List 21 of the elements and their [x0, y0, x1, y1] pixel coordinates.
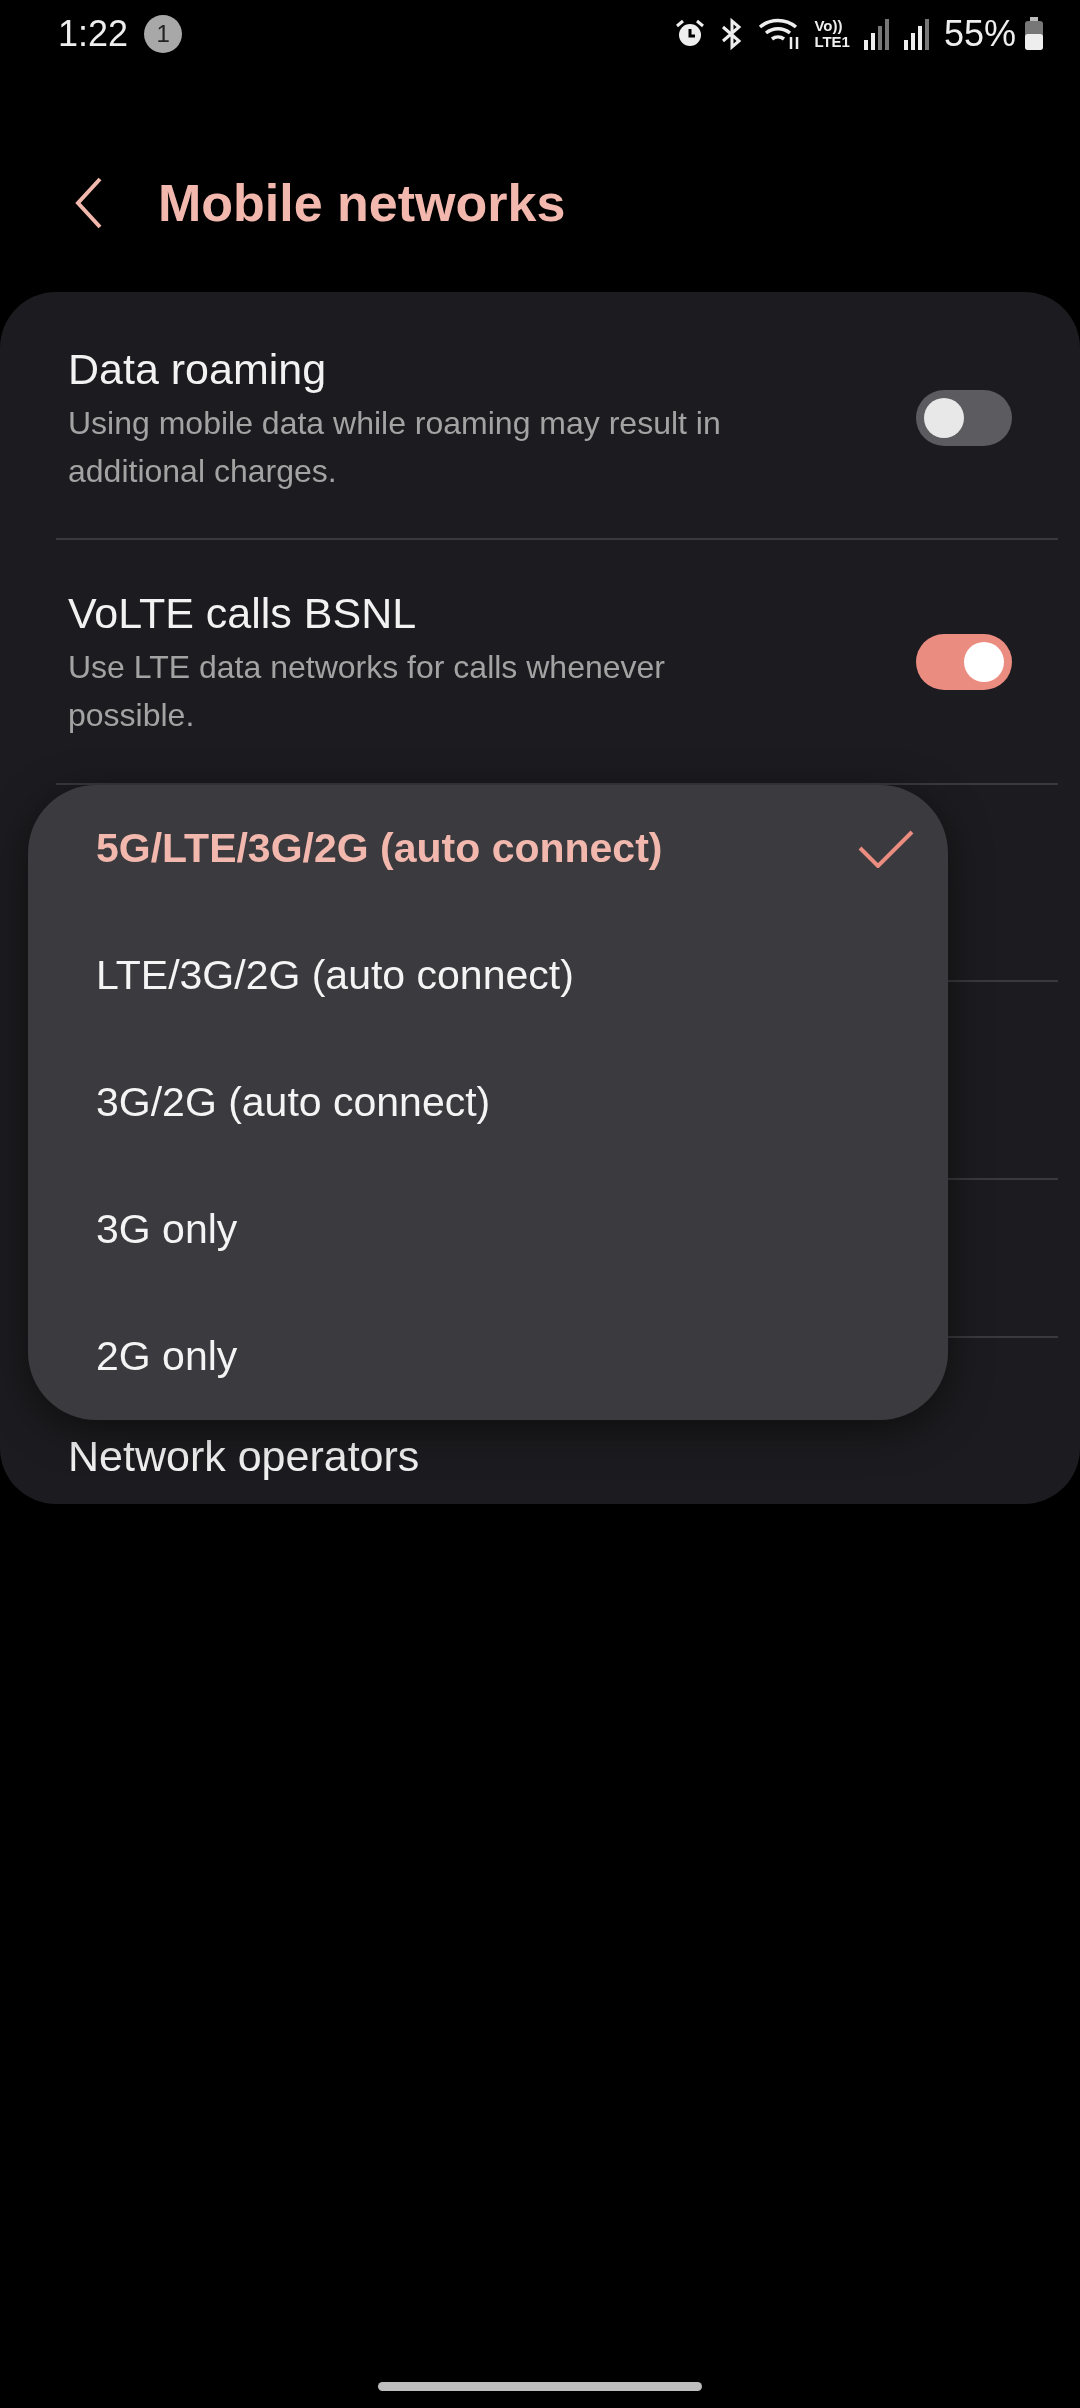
battery-icon [1024, 17, 1044, 51]
lte-label: LTE1 [814, 34, 850, 50]
menu-option[interactable]: 3G only [28, 1166, 948, 1293]
page-title: Mobile networks [158, 173, 566, 233]
clock-time: 1:22 [58, 13, 129, 55]
checkmark-icon [858, 829, 914, 868]
setting-description: Use LTE data networks for calls whenever possible. [68, 647, 666, 735]
setting-description: Using mobile data while roaming may result in additional charges. [68, 404, 722, 491]
battery-percentage: 55% [943, 13, 1016, 55]
menu-option[interactable]: 3G/2G (auto connect) [28, 1039, 948, 1166]
menu-option[interactable]: LTE/3G/2G (auto connect) [28, 912, 948, 1039]
signal-icon [863, 18, 890, 50]
notification-badge: 1 [144, 15, 183, 53]
toggle-switch[interactable] [916, 390, 1012, 446]
volte-label: Vo)) [814, 18, 844, 34]
menu-option[interactable]: 2G only [28, 1293, 948, 1420]
menu-option[interactable]: 5G/LTE/3G/2G (auto connect) [28, 785, 948, 912]
setting-title: VoLTE calls BSNL [68, 587, 418, 639]
signal-icon [903, 18, 930, 50]
setting-title[interactable]: Network operators [68, 1428, 420, 1484]
setting-title: Data roaming [68, 344, 328, 395]
